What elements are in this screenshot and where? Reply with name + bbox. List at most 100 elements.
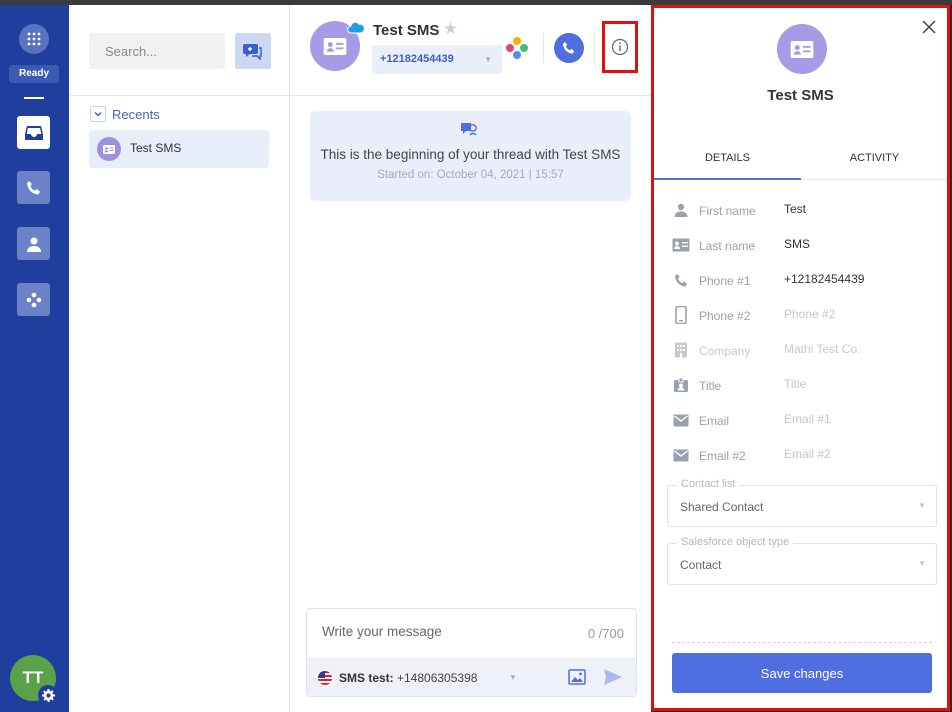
phone-number-value: +12182454439: [380, 53, 454, 65]
left-rail: Ready TT: [0, 5, 69, 712]
recents-collapse-button[interactable]: [90, 106, 106, 122]
contact-name: Test SMS: [373, 22, 440, 39]
sender-label[interactable]: SMS test:: [339, 671, 394, 685]
contact-field-label: Title: [699, 379, 722, 393]
id-card-icon: [323, 37, 347, 55]
dialpad-icon: [27, 32, 41, 46]
email-icon: [672, 411, 690, 429]
sender-number[interactable]: +14806305398: [397, 671, 477, 685]
header-separator: [543, 33, 544, 63]
contact-field-value[interactable]: SMS: [784, 237, 810, 251]
caret-down-icon: ▼: [484, 55, 492, 64]
thread-start-message: This is the beginning of your thread wit…: [320, 147, 621, 162]
new-conversation-button[interactable]: [235, 33, 271, 69]
conversations-divider: [69, 95, 289, 96]
contact-field-row: Title Title: [654, 372, 947, 402]
recents-label: Recents: [112, 107, 160, 122]
conversations-panel: Recents Test SMS: [69, 5, 290, 712]
object-type-value: Contact: [680, 558, 722, 572]
contact-avatar: [777, 24, 827, 74]
divider: [672, 642, 932, 643]
caret-down-icon: ▼: [918, 501, 926, 510]
id-card-icon: [103, 144, 115, 154]
thread-start-date: Started on: October 04, 2021 | 15:57: [377, 169, 564, 181]
save-changes-button[interactable]: Save changes: [672, 653, 932, 693]
apps-icon: [26, 292, 41, 307]
contact-list-value: Shared Contact: [680, 500, 764, 514]
person-icon: [672, 201, 690, 219]
star-icon[interactable]: ★: [443, 20, 458, 37]
id-card-icon: [790, 40, 814, 58]
contact-field-value[interactable]: Test: [784, 202, 806, 216]
contact-field-label: Email: [699, 414, 730, 428]
call-button[interactable]: [554, 33, 584, 63]
caret-down-icon[interactable]: ▼: [509, 673, 517, 682]
tab-details[interactable]: DETAILS: [654, 144, 801, 180]
badge-icon: [672, 376, 690, 394]
image-icon[interactable]: [568, 668, 586, 686]
phone-icon: [562, 41, 575, 54]
gear-icon: [41, 688, 55, 702]
us-flag-icon: [318, 671, 332, 685]
object-type-select[interactable]: Salesforce object type Contact ▼: [667, 536, 937, 585]
caret-down-icon: ▼: [918, 559, 926, 568]
building-icon: [672, 341, 690, 359]
send-icon[interactable]: [603, 668, 623, 686]
dialpad-button[interactable]: [19, 24, 49, 54]
contact-field-label: Company: [699, 344, 751, 358]
header-separator: [594, 33, 595, 63]
contact-field-value[interactable]: Email #2: [784, 447, 831, 461]
contact-field-value[interactable]: +12182454439: [784, 272, 864, 286]
contact-field-label: First name: [699, 204, 756, 218]
contact-field-row: Email Email #1: [654, 407, 947, 437]
conversation-list-item[interactable]: Test SMS: [89, 130, 269, 168]
message-input[interactable]: [322, 624, 562, 639]
status-badge[interactable]: Ready: [9, 65, 59, 83]
contacts-nav-button[interactable]: [17, 227, 50, 260]
calls-nav-button[interactable]: [17, 171, 50, 204]
info-icon: [611, 38, 629, 56]
phone-number-select[interactable]: +12182454439 ▼: [372, 45, 502, 74]
settings-button[interactable]: [38, 685, 58, 705]
salesforce-badge: [347, 20, 365, 34]
contact-field-row: Company Mathi Test Co.: [654, 337, 947, 367]
contact-field-row: First name Test: [654, 197, 947, 227]
id-card-icon: [672, 236, 690, 254]
inbox-nav-button[interactable]: [17, 116, 50, 149]
contact-field-value[interactable]: Phone #2: [784, 307, 835, 321]
contact-field-value[interactable]: Title: [784, 377, 806, 391]
contact-field-row: Phone #1 +12182454439: [654, 267, 947, 297]
contact-field-row: Phone #2 Phone #2: [654, 302, 947, 332]
character-count: 0 /700: [587, 626, 624, 641]
panel-tabs: DETAILS ACTIVITY: [654, 144, 947, 180]
conversation-name: Test SMS: [130, 141, 182, 155]
tab-activity[interactable]: ACTIVITY: [801, 144, 948, 180]
object-type-label: Salesforce object type: [677, 536, 794, 548]
thread-divider: [290, 95, 651, 96]
composer-footer: SMS test: +14806305398 ▼: [307, 658, 636, 696]
rail-divider: [24, 97, 44, 99]
chevron-down-icon: [94, 111, 102, 117]
salesforce-cloud-icon: [347, 21, 365, 33]
contact-info-button[interactable]: [602, 21, 638, 73]
close-icon[interactable]: [922, 20, 936, 34]
contact-field-label: Last name: [699, 239, 756, 253]
new-chat-icon: [243, 44, 262, 60]
contact-list-label: Contact list: [677, 478, 740, 490]
apps-nav-button[interactable]: [17, 283, 50, 316]
contact-field-label: Phone #2: [699, 309, 751, 323]
contact-field-value[interactable]: Email #1: [784, 412, 831, 426]
contact-field-value: Mathi Test Co.: [784, 342, 861, 356]
inbox-icon: [24, 125, 43, 140]
contact-field-label: Phone #1: [699, 274, 751, 288]
integrations-icon[interactable]: [504, 35, 530, 61]
thread-panel: Test SMS ★ +12182454439 ▼ This is the be…: [290, 5, 651, 712]
contacts-icon: [26, 237, 41, 252]
contact-avatar: [97, 137, 121, 161]
contact-field-label: Email #2: [699, 449, 746, 463]
contact-list-select[interactable]: Contact list Shared Contact ▼: [667, 478, 937, 527]
conversation-start-icon: [461, 123, 477, 136]
contact-field-row: Last name SMS: [654, 232, 947, 262]
search-input[interactable]: [89, 33, 225, 69]
contact-details-panel: Test SMS DETAILS ACTIVITY First name Test…: [651, 5, 950, 711]
